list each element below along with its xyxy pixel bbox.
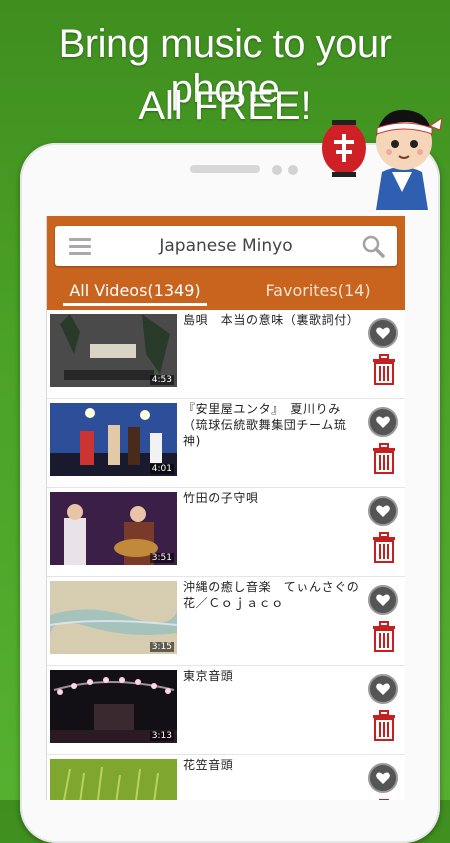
- phone-camera-dot: [272, 165, 282, 175]
- app-screen: Japanese Minyo All Videos(1349) Favorite…: [46, 216, 405, 800]
- video-thumbnail[interactable]: 3:15: [50, 581, 177, 654]
- search-icon[interactable]: [361, 234, 385, 258]
- search-bar[interactable]: Japanese Minyo: [55, 226, 397, 266]
- video-thumbnail[interactable]: 4:01: [50, 403, 177, 476]
- phone-sensor-dot: [288, 165, 298, 175]
- video-duration: 3:13: [149, 731, 174, 741]
- trash-icon[interactable]: [370, 443, 398, 475]
- video-duration: 4:01: [149, 464, 174, 474]
- favorite-button[interactable]: [368, 763, 398, 793]
- video-thumbnail[interactable]: 4:53: [50, 314, 177, 387]
- list-item[interactable]: 3:51 竹田の子守唄: [47, 488, 405, 577]
- favorite-button[interactable]: [368, 318, 398, 348]
- favorite-button[interactable]: [368, 585, 398, 615]
- heart-icon: [376, 327, 390, 339]
- video-title[interactable]: 『安里屋ユンタ』 夏川りみ（琉球伝統歌舞集団チーム琉神): [183, 401, 361, 449]
- video-title[interactable]: 竹田の子守唄: [183, 490, 361, 506]
- list-item[interactable]: 3:13 東京音頭: [47, 666, 405, 755]
- video-duration: 3:15: [149, 642, 174, 652]
- video-title[interactable]: 沖縄の癒し音楽 てぃんさぐの花／Ｃｏｊａｃｏ: [183, 579, 361, 611]
- video-title[interactable]: 島唄 本当の意味（裏歌詞付）: [183, 312, 361, 328]
- app-header: Japanese Minyo All Videos(1349) Favorite…: [47, 216, 405, 310]
- heart-icon: [376, 594, 390, 606]
- trash-icon[interactable]: [370, 354, 398, 386]
- video-title[interactable]: 東京音頭: [183, 668, 361, 684]
- heart-icon: [376, 683, 390, 695]
- video-duration: 3:51: [149, 553, 174, 563]
- list-item[interactable]: 花笠音頭: [47, 755, 405, 800]
- favorite-button[interactable]: [368, 674, 398, 704]
- active-tab-indicator: [63, 303, 207, 306]
- video-list[interactable]: 4:53 島唄 本当の意味（裏歌詞付） 4:01 『安里屋ユンタ』 夏川りみ（琉…: [47, 310, 405, 800]
- trash-icon[interactable]: [370, 710, 398, 742]
- favorite-button[interactable]: [368, 407, 398, 437]
- video-thumbnail[interactable]: [50, 759, 177, 800]
- mascot-illustration: [322, 109, 443, 210]
- phone-speaker: [190, 165, 260, 173]
- video-thumbnail[interactable]: 3:51: [50, 492, 177, 565]
- list-item[interactable]: 4:53 島唄 本当の意味（裏歌詞付）: [47, 310, 405, 399]
- tab-favorites-label: Favorites(14): [265, 281, 371, 300]
- search-title: Japanese Minyo: [159, 236, 293, 256]
- favorite-button[interactable]: [368, 496, 398, 526]
- list-item[interactable]: 3:15 沖縄の癒し音楽 てぃんさぐの花／Ｃｏｊａｃｏ: [47, 577, 405, 666]
- trash-icon[interactable]: [370, 532, 398, 564]
- tab-all-videos[interactable]: All Videos(1349): [55, 276, 215, 310]
- thumbnail-image: [50, 759, 177, 800]
- tab-favorites[interactable]: Favorites(14): [243, 276, 393, 310]
- heart-icon: [376, 416, 390, 428]
- heart-icon: [376, 505, 390, 517]
- video-duration: 4:53: [149, 375, 174, 385]
- video-thumbnail[interactable]: 3:13: [50, 670, 177, 743]
- heart-icon: [376, 772, 390, 784]
- tab-all-videos-label: All Videos(1349): [69, 281, 201, 300]
- list-item[interactable]: 4:01 『安里屋ユンタ』 夏川りみ（琉球伝統歌舞集団チーム琉神): [47, 399, 405, 488]
- trash-icon[interactable]: [370, 621, 398, 653]
- video-title[interactable]: 花笠音頭: [183, 757, 361, 773]
